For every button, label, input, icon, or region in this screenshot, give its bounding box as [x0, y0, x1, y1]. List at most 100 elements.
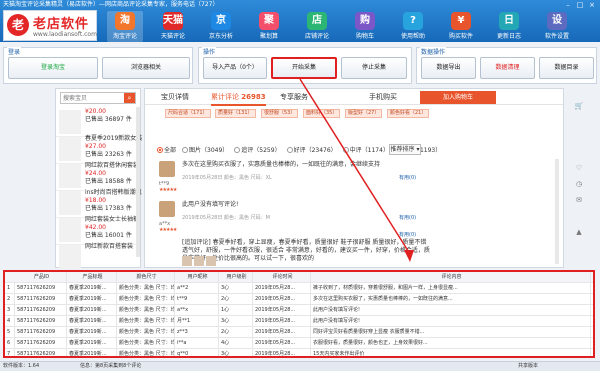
- filter-option[interactable]: 全部: [157, 147, 176, 154]
- filter-option[interactable]: 图片（3049）: [182, 147, 228, 154]
- filter-option[interactable]: 好评（23476）: [286, 147, 337, 154]
- export-data-button[interactable]: 数据导出: [421, 57, 476, 79]
- table-cell: 2019年05月28...: [253, 338, 311, 348]
- product-list-panel: ⌕ ¥20.00已售出 36897 件春夏季2019新款女装¥27.00已售出 …: [55, 88, 142, 272]
- maximize-icon[interactable]: □: [574, 0, 586, 10]
- nav-item-3[interactable]: 聚聚划算: [251, 11, 287, 42]
- stop-collect-button[interactable]: 停止采集: [341, 57, 407, 79]
- table-cell: 颜色分类：黑色 尺寸：均码...: [119, 349, 175, 357]
- review-tag[interactable]: 颜色好看（21）: [387, 109, 430, 118]
- table-row[interactable]: 3587117626209春夏季2019新...颜色分类：黑色 尺寸：均码...…: [5, 305, 593, 316]
- radio-button[interactable]: [234, 147, 241, 153]
- table-cell: 多次在这里购买衣服了，实惠质量也棒棒的，一如既往的满意...: [311, 294, 591, 304]
- product-item[interactable]: ¥20.00 已售出 36897 件: [56, 107, 140, 137]
- review-scrollbar[interactable]: [555, 159, 559, 264]
- nav-item-1[interactable]: 天猫 天猫评论: [155, 11, 191, 42]
- column-header: 用户昵称: [175, 272, 219, 282]
- add-to-cart-button[interactable]: 加入购物车: [420, 91, 496, 104]
- review-photo[interactable]: [194, 256, 204, 266]
- nav-item-7[interactable]: ¥ 购买软件: [443, 11, 479, 42]
- review-tag[interactable]: 版型好（27）: [345, 109, 383, 118]
- nav-item-8[interactable]: 日更新日志: [491, 11, 527, 42]
- row-number: 5: [5, 327, 15, 337]
- helpful-link[interactable]: 有用(0): [399, 231, 416, 238]
- tab-service[interactable]: 专享服务: [280, 92, 308, 102]
- avatar: [159, 201, 175, 217]
- nav-item-5[interactable]: 购购物车: [347, 11, 383, 42]
- review-tag[interactable]: 质量好（131）: [215, 109, 256, 118]
- table-cell: 3心: [219, 283, 253, 293]
- review-date: 2019年05月28日 颜色：黑色 尺码：XL: [182, 175, 272, 181]
- nav-item-9[interactable]: 设软件设置: [539, 11, 575, 42]
- table-row[interactable]: 5587117626209春夏季2019新...颜色分类：黑色 尺寸：均码...…: [5, 327, 593, 338]
- close-icon[interactable]: ×: [586, 0, 598, 10]
- review-count: 26983: [241, 93, 266, 101]
- sort-dropdown[interactable]: 推荐排序 ▾: [389, 144, 421, 155]
- results-table: 产品ID 产品标题 颜色尺寸 用户昵称 用户级别 评论时间 评论内容 1 58711762620…: [3, 270, 595, 358]
- group-label-operation: 操作: [202, 47, 217, 56]
- sort-label: 推荐排序: [390, 146, 415, 153]
- login-taobao-button[interactable]: 登录淘宝: [8, 57, 98, 79]
- table-cell: 587117626209: [15, 316, 67, 326]
- clear-data-button[interactable]: 数据清理: [480, 57, 535, 79]
- column-header: 产品ID: [15, 272, 67, 282]
- review-tag[interactable]: 面料好（35）: [303, 109, 341, 118]
- favorite-icon[interactable]: ♡: [572, 164, 586, 172]
- import-products-button[interactable]: 导入产品（0个）: [203, 57, 267, 79]
- tab-detail[interactable]: 宝贝详情: [161, 92, 189, 102]
- product-item[interactable]: 网红新款百搭套装: [56, 242, 140, 272]
- table-cell: 颜色分类：黑色 尺寸：均码...: [119, 316, 175, 326]
- filter-label: 中评（1174）: [349, 147, 389, 154]
- search-input[interactable]: [61, 93, 125, 103]
- review-tag[interactable]: 很舒服（53）: [261, 109, 299, 118]
- nav-item-4[interactable]: 店店铺评论: [299, 11, 335, 42]
- table-row[interactable]: 2587117626209春夏季2019新...颜色分类：黑色 尺寸：均码...…: [5, 294, 593, 305]
- product-item[interactable]: 网红款百搭休闲套装 ¥24.00 已售出 18588 件: [56, 161, 140, 191]
- filter-option[interactable]: 中评（1174）: [342, 147, 389, 154]
- search-icon[interactable]: ⌕: [124, 93, 135, 103]
- tab-reviews[interactable]: 累计评论 26983: [211, 92, 266, 106]
- helpful-link[interactable]: 有用(0): [399, 214, 416, 221]
- table-row[interactable]: 4587117626209春夏季2019新...颜色分类：黑色 尺寸：均码...…: [5, 316, 593, 327]
- browser-settings-button[interactable]: 浏览器相关: [102, 57, 190, 79]
- table-cell: 3心: [219, 316, 253, 326]
- cart-icon[interactable]: 🛒: [572, 102, 586, 110]
- radio-button[interactable]: [157, 147, 163, 153]
- nav-item-6[interactable]: ? 使用帮助: [395, 11, 431, 42]
- filter-option[interactable]: 追评（5259）: [234, 147, 281, 154]
- radio-button[interactable]: [286, 147, 293, 153]
- helpful-link[interactable]: 有用(0): [399, 174, 416, 181]
- nav-item-0[interactable]: 淘淘宝评论: [107, 11, 143, 42]
- back-to-top-icon[interactable]: ▲: [572, 228, 586, 236]
- review-photo[interactable]: [206, 256, 216, 266]
- product-detail-panel: 宝贝详情 累计评论 26983 专享服务 手机购买 加入购物车 尺码合适（171…: [144, 88, 564, 268]
- table-cell: 裤子收到了，材质很好，穿着很舒服，和图片一样，上身很显瘦...: [311, 283, 591, 293]
- table-cell: 587117626209: [15, 349, 67, 356]
- nav-item-2[interactable]: 京京东分析: [203, 11, 239, 42]
- product-item[interactable]: ins时尚百搭韩版潮流 ¥18.00 已售出 17383 件: [56, 188, 142, 218]
- row-number: 6: [5, 338, 15, 348]
- start-collect-button[interactable]: 开始采集: [271, 57, 337, 79]
- nav-label: 店铺评论: [304, 33, 329, 40]
- review-tag[interactable]: 尺码合适（171）: [165, 109, 211, 118]
- review-photo[interactable]: [182, 256, 192, 266]
- table-cell: i**a: [175, 338, 219, 348]
- nav-icon-2: 京: [211, 12, 231, 30]
- tab-mobile[interactable]: 手机购买: [369, 92, 397, 102]
- radio-button[interactable]: [342, 147, 349, 153]
- data-folder-button[interactable]: 数据目录: [539, 57, 594, 79]
- table-cell: 2019年05月28...: [253, 316, 311, 326]
- table-row[interactable]: 6587117626209春夏季2019新...颜色分类：黑色 尺寸：均码...…: [5, 338, 593, 349]
- group-operation: 操作 导入产品（0个） 开始采集 停止采集: [198, 47, 412, 84]
- review-date: 2019年05月28日 颜色：黑色 尺码：M: [182, 215, 270, 221]
- history-icon[interactable]: ◷: [572, 180, 586, 188]
- product-item[interactable]: 春夏季2019新款女装 ¥27.00 已售出 23263 件: [56, 134, 142, 164]
- product-item[interactable]: 网红套装女士长袖裤 ¥42.00 已售出 16001 件: [56, 215, 140, 245]
- minimize-icon[interactable]: –: [562, 0, 574, 10]
- table-row[interactable]: 1587117626209春夏季2019新...颜色分类：黑色 尺寸：均码...…: [5, 283, 593, 294]
- product-info: 网红款百搭休闲套装 ¥24.00 已售出 18588 件: [85, 162, 139, 186]
- product-list-scrollbar[interactable]: [136, 107, 140, 257]
- table-row[interactable]: 7587117626209春夏季2019新...颜色分类：黑色 尺寸：均码...…: [5, 349, 593, 357]
- radio-button[interactable]: [182, 147, 189, 153]
- message-icon[interactable]: ✉: [572, 196, 586, 204]
